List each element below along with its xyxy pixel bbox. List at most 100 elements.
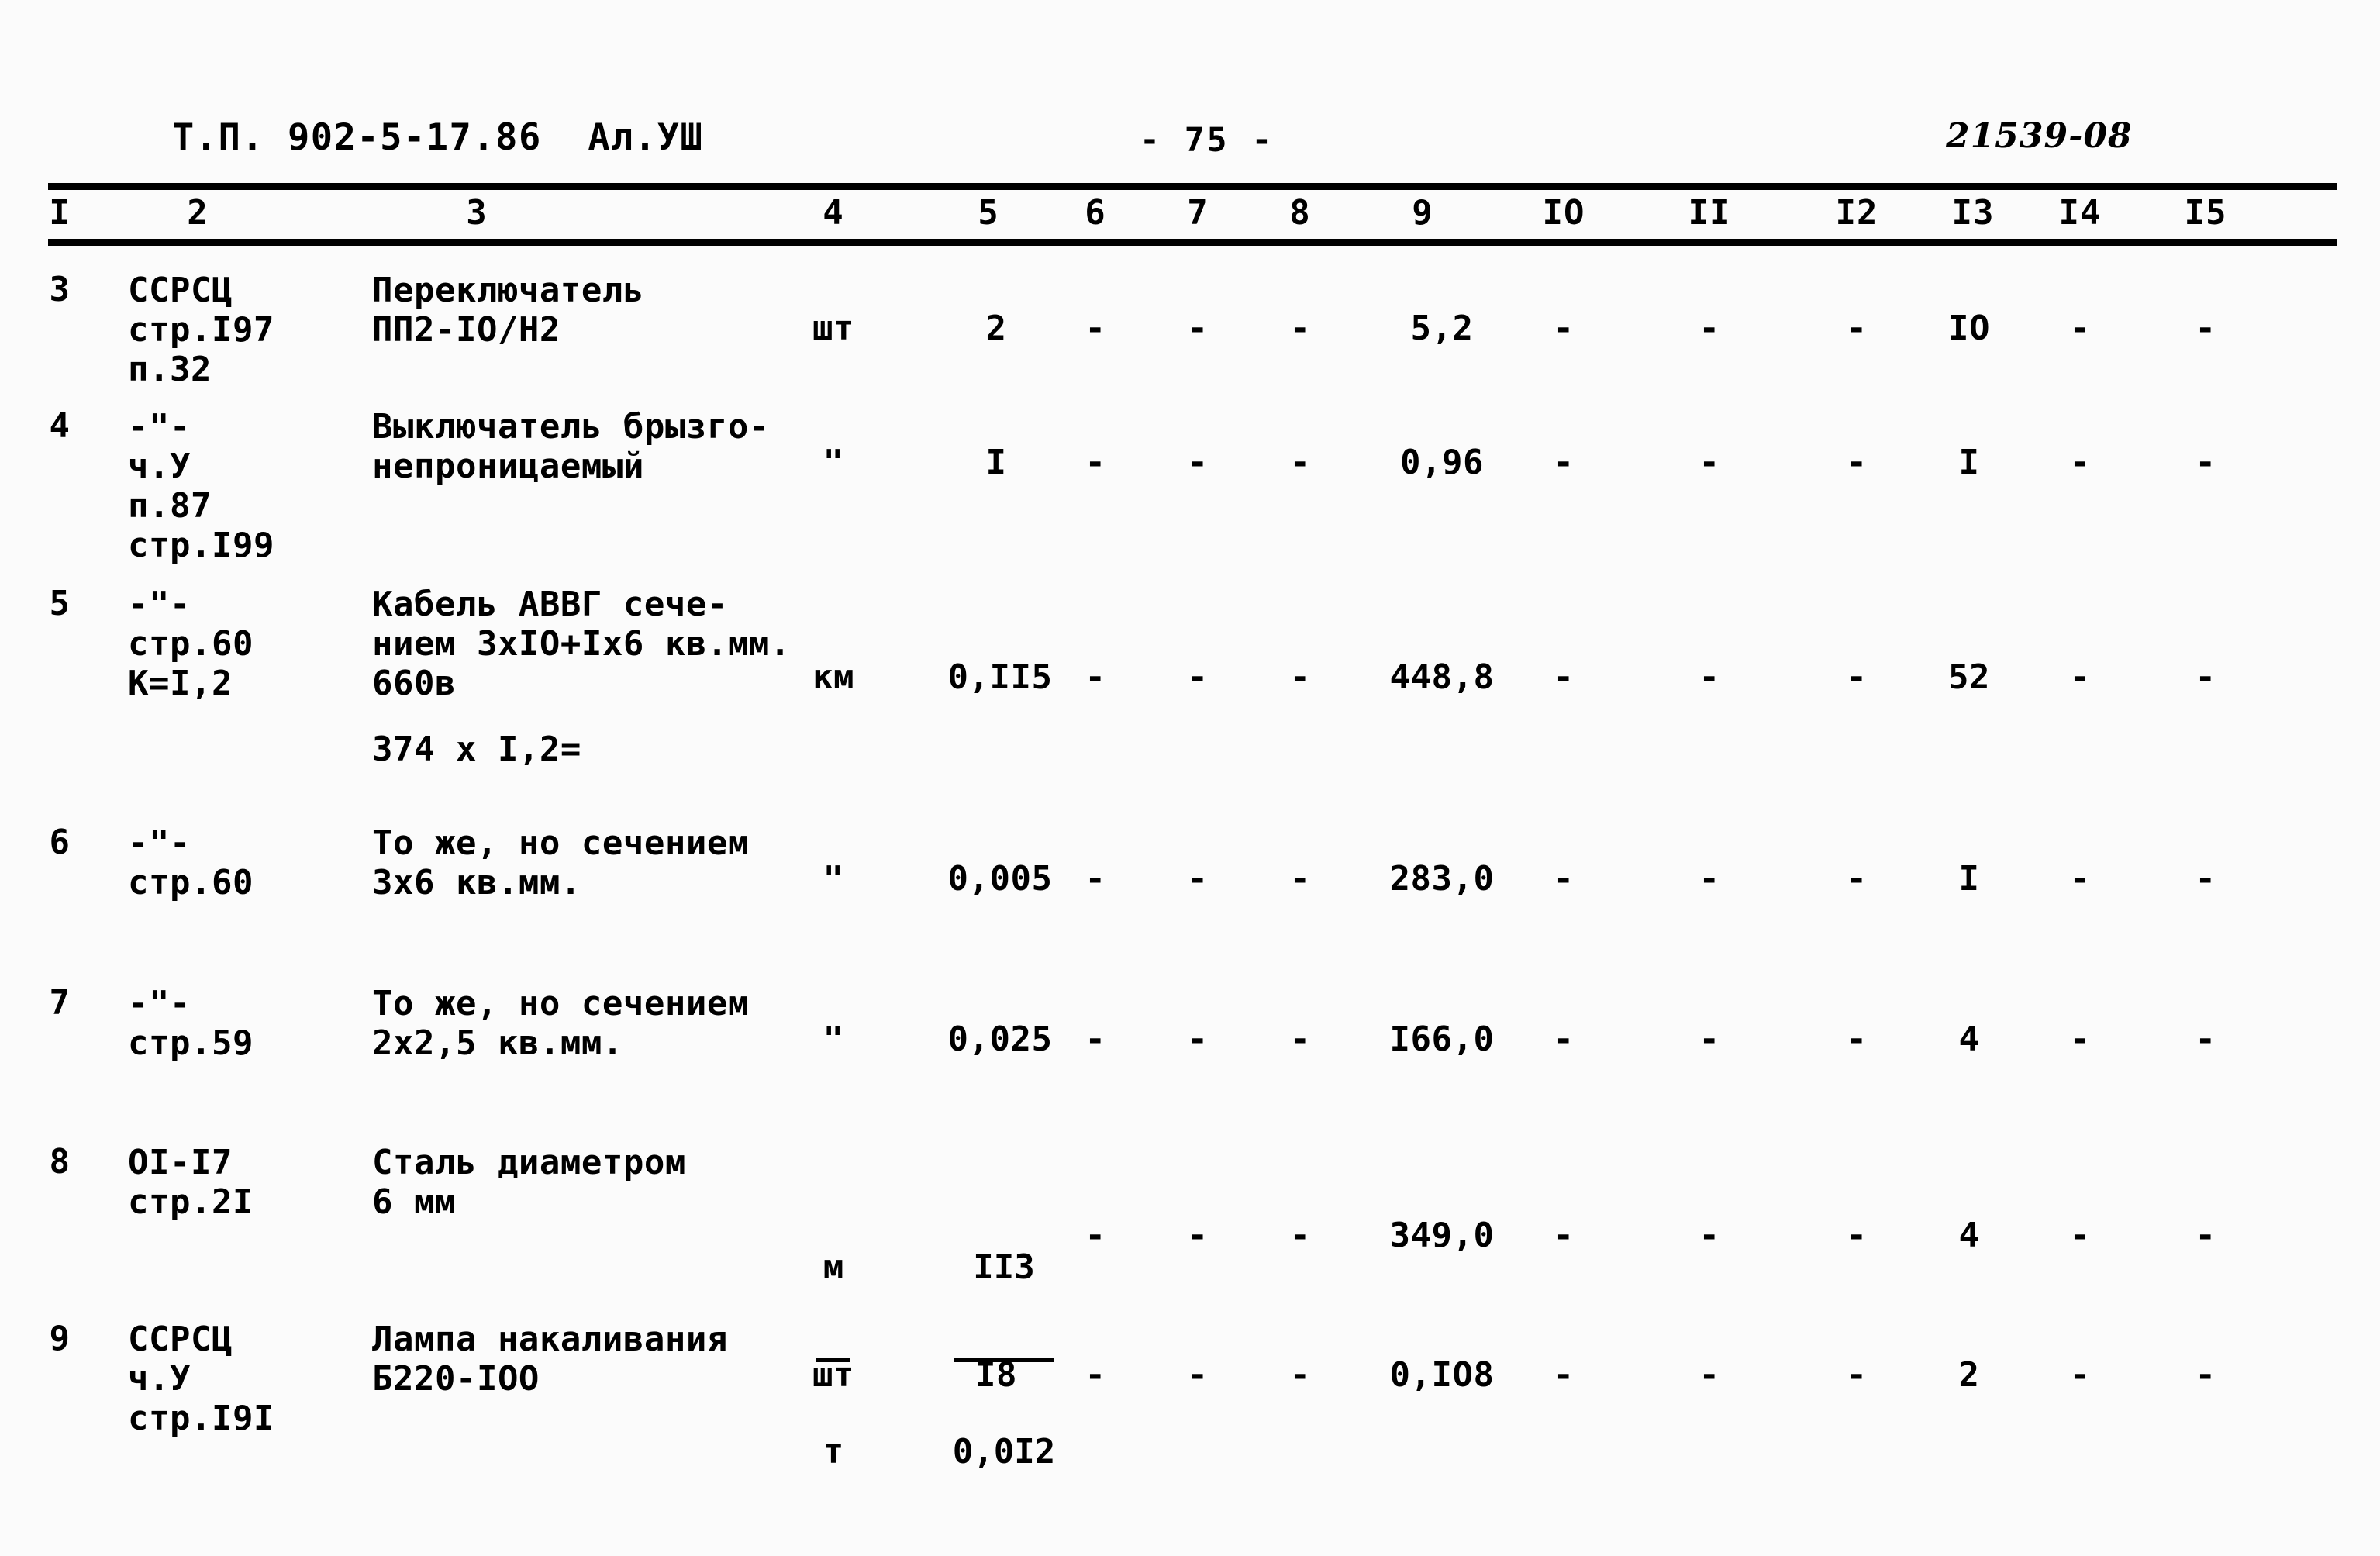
row-col-10: - (1553, 1216, 1575, 1255)
document-header: Т.П. 902-5-17.86 Ал.УШ - 75 - 21539-08 (0, 116, 2380, 171)
row-col-8: - (1289, 1020, 1311, 1059)
row-col-8: - (1289, 309, 1311, 348)
column-header-13: I3 (1951, 193, 1995, 233)
table-top-rule (48, 183, 2337, 190)
row-col-13: I (1958, 443, 1980, 482)
row-col-7: - (1187, 1216, 1209, 1255)
row-col-9: 0,96 (1400, 443, 1484, 482)
row-number: 9 (49, 1319, 71, 1358)
row-col-9: 283,0 (1389, 859, 1495, 899)
row-col-11: - (1699, 657, 1720, 697)
row-name: Кабель АВВГ сече- нием 3хIO+Iх6 кв.мм. 6… (372, 585, 791, 703)
row-col-13: I (1958, 859, 1980, 899)
column-header-15: I5 (2184, 193, 2227, 233)
row-col-15: - (2195, 859, 2216, 899)
row-col-11: - (1699, 1355, 1720, 1395)
row-col-15: - (2195, 309, 2216, 348)
row-col-6: - (1085, 1216, 1106, 1255)
column-header-11: II (1688, 193, 1731, 233)
row-col-12: - (1846, 859, 1868, 899)
row-unit-fraction-numerator: м (823, 1247, 844, 1287)
row-name-extra: 374 х I,2= (372, 730, 581, 769)
row-col-7: - (1187, 1355, 1209, 1395)
row-col-6: - (1085, 309, 1106, 348)
row-code: -"- ч.У п.87 стр.I99 (128, 407, 274, 565)
column-header-12: I2 (1835, 193, 1878, 233)
row-col-5: 0,005 (947, 859, 1053, 899)
column-header-10: IO (1542, 193, 1585, 233)
column-header-8: 8 (1289, 193, 1311, 233)
row-name: Сталь диаметром 6 мм (372, 1143, 686, 1222)
row-number: 4 (49, 406, 71, 446)
column-header-6: 6 (1085, 193, 1106, 233)
row-name: То же, но сечением 3х6 кв.мм. (372, 823, 749, 902)
column-header-9: 9 (1412, 193, 1433, 233)
row-unit: " (823, 859, 844, 899)
row-col-15: - (2195, 657, 2216, 697)
page-number: - 75 - (1140, 121, 1275, 160)
row-col-9: 0,IO8 (1389, 1355, 1495, 1395)
row-col-10: - (1553, 1355, 1575, 1395)
row-number: 7 (49, 983, 71, 1023)
row-col-8: - (1289, 443, 1311, 482)
row-col-15: - (2195, 1216, 2216, 1255)
row-col-14: - (2069, 1355, 2091, 1395)
document-reference: Т.П. 902-5-17.86 Ал.УШ (172, 116, 704, 159)
row-col-9: 349,0 (1389, 1216, 1495, 1255)
row-col-13: 4 (1958, 1020, 1980, 1059)
row-col-14: - (2069, 309, 2091, 348)
row-col-8: - (1289, 1216, 1311, 1255)
row-col-12: - (1846, 1020, 1868, 1059)
column-header-1: I (49, 193, 71, 233)
table-body: 3 ССРСЦ стр.I97 п.32 Переключатель ПП2-I… (0, 246, 2380, 1556)
row-name: Переключатель ПП2-IO/Н2 (372, 271, 644, 350)
row-col-7: - (1187, 657, 1209, 697)
table-header-rule (48, 239, 2337, 246)
row-col-9: 5,2 (1410, 309, 1474, 348)
row-unit-fraction-denominator: т (823, 1432, 844, 1471)
row-col-6: - (1085, 1020, 1106, 1059)
row-col-15: - (2195, 1020, 2216, 1059)
row-col-9: 448,8 (1389, 657, 1495, 697)
row-col-8: - (1289, 1355, 1311, 1395)
row-col-13: IO (1948, 309, 1990, 348)
row-code: ССРСЦ стр.I97 п.32 (128, 271, 274, 389)
row-col-7: - (1187, 859, 1209, 899)
row-col-13: 2 (1958, 1355, 1980, 1395)
row-col-6: - (1085, 1355, 1106, 1395)
column-header-3: 3 (466, 193, 488, 233)
row-col-10: - (1553, 859, 1575, 899)
row-col-5: 0,025 (947, 1020, 1053, 1059)
row-number: 3 (49, 270, 71, 309)
row-col-12: - (1846, 657, 1868, 697)
row-col-11: - (1699, 443, 1720, 482)
row-name: Лампа накаливания Б220-IOO (372, 1320, 728, 1399)
row-col-5: 0,II5 (947, 657, 1053, 697)
row-unit: " (823, 443, 844, 482)
row-col-14: - (2069, 443, 2091, 482)
row-col-14: - (2069, 1216, 2091, 1255)
row-col-8: - (1289, 859, 1311, 899)
row-code: -"- стр.60 (128, 823, 254, 902)
row-col-5-fraction-numerator: II3 (973, 1247, 1035, 1287)
row-col-12: - (1846, 1216, 1868, 1255)
row-col-10: - (1553, 657, 1575, 697)
row-col-13: 52 (1948, 657, 1990, 697)
row-col-11: - (1699, 859, 1720, 899)
row-col-13: 4 (1958, 1216, 1980, 1255)
row-code: -"- стр.59 (128, 984, 254, 1063)
row-col-5: I (985, 443, 1007, 482)
row-code: OI-I7 стр.2I (128, 1143, 254, 1222)
row-col-5-fraction-denominator: 0,0I2 (952, 1432, 1056, 1471)
row-col-14: - (2069, 657, 2091, 697)
column-header-2: 2 (187, 193, 209, 233)
row-col-11: - (1699, 309, 1720, 348)
row-col-14: - (2069, 1020, 2091, 1059)
row-col-10: - (1553, 309, 1575, 348)
document-page: Т.П. 902-5-17.86 Ал.УШ - 75 - 21539-08 I… (0, 0, 2380, 1556)
row-col-11: - (1699, 1216, 1720, 1255)
column-header-14: I4 (2058, 193, 2102, 233)
row-number: 5 (49, 584, 71, 623)
row-col-10: - (1553, 1020, 1575, 1059)
column-header-4: 4 (823, 193, 844, 233)
